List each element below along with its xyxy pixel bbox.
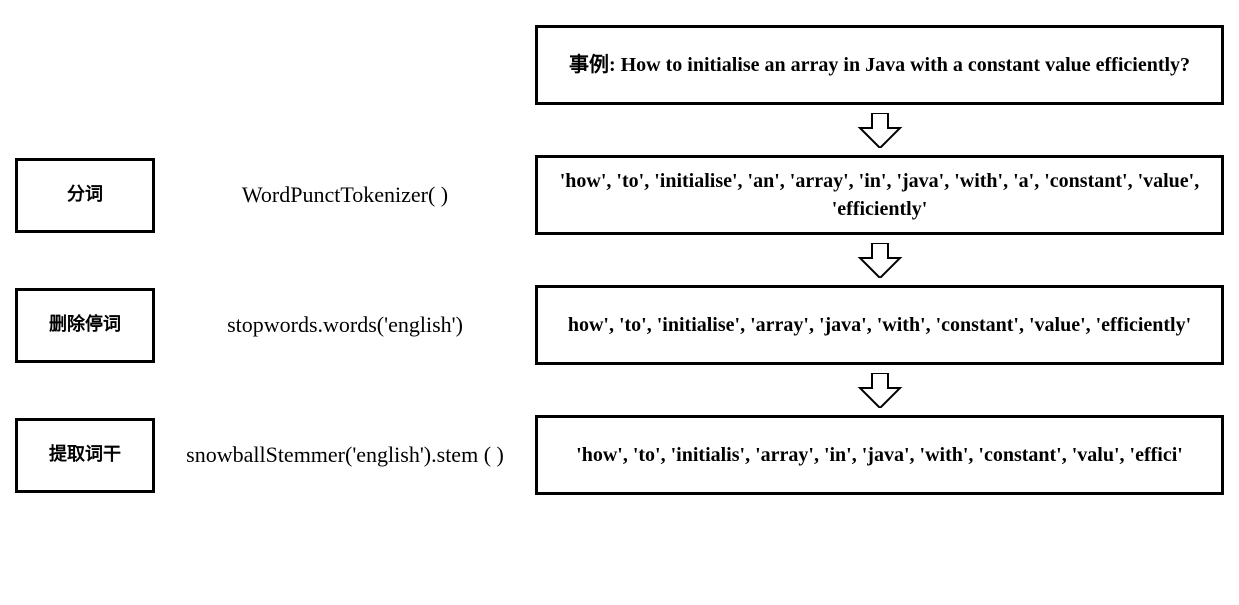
arrow-2: [535, 240, 1224, 280]
arrow-3: [535, 370, 1224, 410]
step3-label: 提取词干: [49, 443, 121, 466]
example-text: How to initialise an array in Java with …: [621, 54, 1190, 76]
step3-output: 'how', 'to', 'initialis', 'array', 'in',…: [576, 441, 1183, 469]
step2-output: how', 'to', 'initialise', 'array', 'java…: [568, 311, 1191, 339]
step1-label: 分词: [67, 183, 103, 206]
step3-label-box: 提取词干: [15, 418, 155, 493]
step1-label-box: 分词: [15, 158, 155, 233]
step1-output: 'how', 'to', 'initialise', 'an', 'array'…: [553, 167, 1206, 223]
step2-code: stopwords.words('english'): [155, 312, 535, 338]
step1-code: WordPunctTokenizer( ): [155, 182, 535, 208]
arrow-1: [535, 110, 1224, 150]
step1-output-box: 'how', 'to', 'initialise', 'an', 'array'…: [535, 155, 1224, 235]
pipeline-diagram: 事例: How to initialise an array in Java w…: [15, 15, 1224, 505]
example-box: 事例: How to initialise an array in Java w…: [535, 25, 1224, 105]
step3-code: snowballStemmer('english').stem ( ): [155, 442, 535, 468]
example-prefix: 事例:: [569, 54, 616, 76]
step2-label: 删除停词: [49, 313, 121, 336]
step3-output-box: 'how', 'to', 'initialis', 'array', 'in',…: [535, 415, 1224, 495]
step2-output-box: how', 'to', 'initialise', 'array', 'java…: [535, 285, 1224, 365]
step2-label-box: 删除停词: [15, 288, 155, 363]
